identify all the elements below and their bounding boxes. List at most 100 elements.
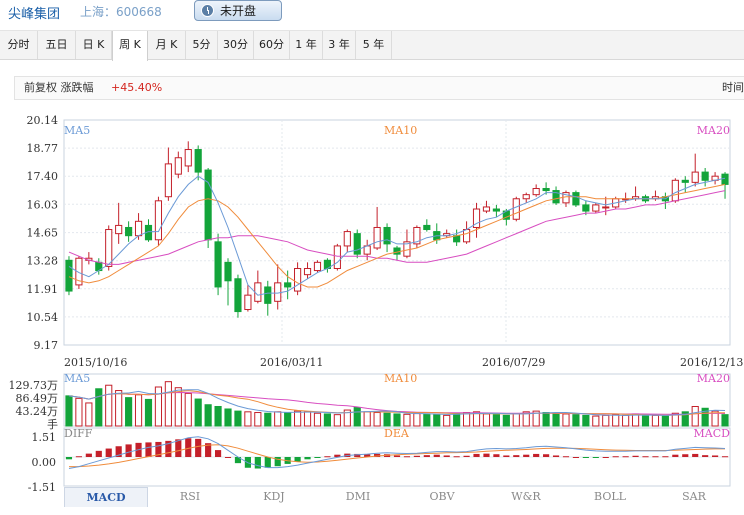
macd-bar bbox=[304, 457, 311, 460]
candle-body bbox=[313, 261, 322, 272]
volume-bar bbox=[343, 409, 351, 427]
macd-bar bbox=[503, 455, 510, 457]
candle-body bbox=[333, 245, 341, 269]
tab-6[interactable]: 30分 bbox=[218, 31, 254, 59]
volume-bar bbox=[453, 412, 461, 427]
indicator-tab-obv[interactable]: OBV bbox=[400, 487, 484, 507]
volume-bar bbox=[482, 413, 491, 427]
price-tick-label: 13.28 bbox=[27, 255, 59, 268]
volume-bar bbox=[651, 414, 660, 427]
volume-bar bbox=[602, 414, 610, 427]
indicator-tab-boll[interactable]: BOLL bbox=[568, 487, 652, 507]
ma10-legend: MA10 bbox=[384, 124, 417, 137]
macd-bar bbox=[642, 456, 649, 458]
candle-body bbox=[95, 261, 103, 272]
macd-bar bbox=[562, 456, 570, 458]
candle-body bbox=[105, 229, 113, 267]
volume-bar bbox=[274, 411, 282, 427]
macd-bar bbox=[224, 457, 232, 458]
volume-bar bbox=[294, 410, 302, 427]
macd-bar bbox=[582, 457, 589, 458]
tab-5[interactable]: 5分 bbox=[186, 31, 218, 59]
macd-bar bbox=[75, 456, 82, 458]
clock-icon bbox=[201, 4, 214, 17]
macd-bar bbox=[622, 456, 629, 458]
indicator-tab-kdj[interactable]: KDJ bbox=[232, 487, 316, 507]
indicator-tab-bar: MACD RSI KDJ DMI OBV W&R BOLL SAR bbox=[64, 487, 744, 507]
price-tick-label: 10.54 bbox=[27, 311, 59, 324]
macd-bar bbox=[692, 453, 699, 457]
macd-tick-label: 1.51 bbox=[32, 431, 57, 444]
tab-7[interactable]: 60分 bbox=[254, 31, 290, 59]
tab-8[interactable]: 1 年 bbox=[290, 31, 323, 59]
candle-body bbox=[244, 294, 252, 311]
candle-body bbox=[661, 196, 669, 202]
macd-panel-frame bbox=[63, 427, 731, 487]
volume-panel-frame bbox=[63, 373, 731, 427]
candle-body bbox=[125, 226, 133, 237]
macd-bar bbox=[175, 439, 182, 457]
tab-1[interactable]: 五日 bbox=[38, 31, 76, 59]
tab-3[interactable]: 周 K bbox=[112, 31, 148, 61]
volume-bar bbox=[472, 411, 481, 427]
ma20-line bbox=[68, 190, 726, 265]
indicator-tab-rsi[interactable]: RSI bbox=[148, 487, 232, 507]
date-tick-label: 2016/07/29 bbox=[482, 356, 545, 369]
tab-4[interactable]: 月 K bbox=[148, 31, 186, 59]
macd-bar bbox=[155, 441, 162, 457]
macd-tick-label: -1.51 bbox=[28, 481, 56, 494]
dea-line bbox=[69, 444, 725, 468]
time-label: 时间 bbox=[722, 81, 744, 94]
macd-bar bbox=[125, 444, 132, 457]
volume-bar bbox=[572, 414, 580, 427]
volume-tick-label: 129.73万 bbox=[9, 379, 59, 392]
volume-bar bbox=[144, 398, 153, 427]
tab-2[interactable]: 日 K bbox=[76, 31, 112, 59]
stock-code: 上海：600668 bbox=[80, 5, 162, 19]
tab-0[interactable]: 分时 bbox=[0, 31, 38, 59]
candle-body bbox=[502, 210, 510, 220]
candle-body bbox=[303, 267, 312, 276]
volume-bar bbox=[373, 412, 381, 427]
macd-bar bbox=[334, 454, 341, 457]
macd-bar bbox=[95, 450, 102, 457]
candle-body bbox=[264, 286, 272, 304]
market-status-button[interactable]: 未开盘 bbox=[194, 0, 282, 21]
macd-bar bbox=[205, 443, 212, 457]
macd-bar bbox=[284, 457, 291, 464]
candle-body bbox=[443, 233, 451, 237]
candle-body bbox=[532, 188, 540, 196]
volume-bar bbox=[403, 413, 411, 427]
macd-bar bbox=[543, 454, 550, 457]
candle-body bbox=[144, 224, 153, 241]
volume-bar bbox=[313, 412, 322, 427]
macd-bar bbox=[374, 453, 381, 457]
macd-bar bbox=[612, 456, 619, 458]
indicator-tab-wr[interactable]: W&R bbox=[484, 487, 568, 507]
macd-bar bbox=[85, 453, 92, 457]
macd-bar bbox=[274, 457, 281, 467]
macd-bar bbox=[552, 455, 560, 457]
volume-bar bbox=[353, 407, 361, 427]
macd-bar bbox=[453, 456, 460, 458]
macd-bar bbox=[682, 454, 689, 457]
macd-bar bbox=[165, 440, 172, 457]
candle-body bbox=[641, 196, 650, 202]
candle-body bbox=[681, 179, 689, 183]
macd-bar bbox=[721, 456, 729, 458]
tab-10[interactable]: 5 年 bbox=[356, 31, 392, 59]
indicator-tab-sar[interactable]: SAR bbox=[652, 487, 736, 507]
volume-bar bbox=[115, 390, 123, 427]
indicator-tab-dmi[interactable]: DMI bbox=[316, 487, 400, 507]
volume-bar bbox=[691, 405, 699, 427]
date-tick-label: 2015/10/16 bbox=[64, 356, 127, 369]
candle-body bbox=[572, 192, 580, 206]
candle-body bbox=[383, 226, 391, 245]
info-bar: 前复权 涨跌幅 +45.40% 时间 bbox=[14, 76, 744, 100]
tab-9[interactable]: 3 年 bbox=[323, 31, 356, 59]
price-tick-label: 11.91 bbox=[27, 283, 59, 296]
indicator-tab-macd[interactable]: MACD bbox=[64, 487, 148, 507]
candle-body bbox=[612, 198, 620, 208]
macd-bar bbox=[473, 453, 480, 457]
candle-body bbox=[174, 157, 182, 175]
